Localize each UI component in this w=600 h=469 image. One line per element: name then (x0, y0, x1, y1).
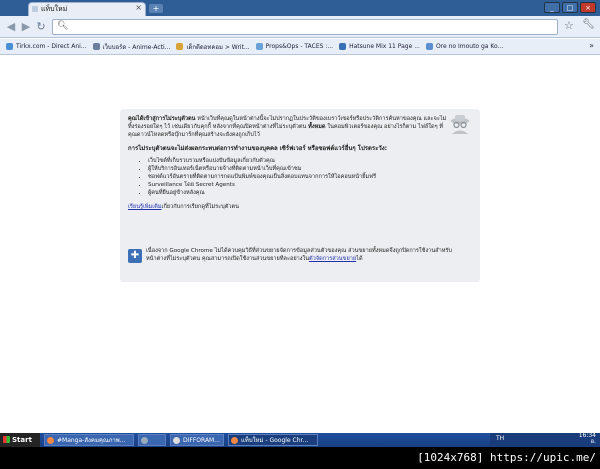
learn-more-link[interactable]: เรียนรู้เพิ่มเติม (128, 204, 162, 210)
title-bar: แท็บใหม่ × + _ □ × (0, 0, 600, 16)
back-arrow-icon[interactable]: ◀ (4, 20, 18, 34)
learn-more-line: เรียนรู้เพิ่มเติมเกี่ยวกับการเรียกดูที่ไ… (128, 203, 472, 211)
incognito-page: คุณได้เข้าสู่การไม่ระบุตัวตน หน้าเว็บที่… (0, 56, 600, 434)
bookmark-item[interactable]: เด็กดีดอทคอม > Writ... (176, 42, 250, 52)
list-item: ผู้คนที่ยืนอยู่ข้างหลังคุณ (148, 189, 472, 197)
start-button[interactable]: Start (0, 433, 40, 447)
clock: 16:34 อ. (578, 432, 596, 445)
taskbar-item[interactable]: DIFFORAM... (170, 434, 224, 446)
close-button[interactable]: × (580, 2, 596, 13)
bookmarks-more-icon[interactable]: » (589, 41, 594, 50)
bookmark-favicon-icon (339, 43, 347, 50)
tab-close-icon[interactable]: × (135, 3, 142, 12)
tab-favicon-icon (32, 6, 38, 12)
caution-heading: การไม่ระบุตัวตนจะไม่ส่งผลกระทบต่อการทำงา… (128, 145, 388, 152)
taskbar-item[interactable] (138, 434, 166, 446)
learn-more-text: เกี่ยวกับการเรียกดูที่ไม่ระบุตัวตน (161, 204, 239, 210)
bookmark-item[interactable]: Hatsune Mix 11 Page ... (339, 43, 420, 50)
intro-bold-2: ทั้งหมด (308, 124, 326, 130)
incognito-info-box: คุณได้เข้าสู่การไม่ระบุตัวตน หน้าเว็บที่… (120, 109, 480, 282)
app-icon (173, 437, 180, 444)
list-item: ผู้ให้บริการอินเทอร์เน็ตหรือนายจ้างที่ติ… (148, 165, 472, 173)
toolbar: ◀ ▶ ↻ 🔍︎ ☆ 🔧︎ (0, 16, 600, 38)
wrench-icon[interactable]: 🔧︎ (582, 19, 595, 30)
incognito-spy-icon (451, 115, 469, 134)
new-tab-button[interactable]: + (149, 4, 163, 13)
magnifier-icon: 🔍︎ (57, 21, 69, 31)
caption-text: [1024x768] https://upic.me/ (417, 451, 596, 464)
taskbar-item[interactable]: #Manga-สังคมคุณภาพ... (44, 434, 134, 446)
chrome-icon (47, 437, 54, 444)
list-item: ซอฟต์แวร์อันตรายที่ติดตามการกดแป้นพิมพ์ข… (148, 173, 472, 181)
incognito-intro: คุณได้เข้าสู่การไม่ระบุตัวตน หน้าเว็บที่… (128, 115, 448, 139)
language-indicator[interactable]: TH (496, 435, 504, 442)
omnibox-input[interactable]: 🔍︎ (52, 19, 558, 35)
minimize-button[interactable]: _ (544, 2, 560, 13)
app-icon (141, 437, 148, 444)
puzzle-piece-icon: ✚ (128, 249, 142, 263)
maximize-button[interactable]: □ (562, 2, 578, 13)
extensions-text: เนื่องจาก Google Chrome ไม่ได้ควบคุมวิธี… (146, 248, 452, 262)
list-item: เว็บไซต์ที่เก็บรวบรวมหรือแบ่งปันข้อมูลเก… (148, 157, 472, 165)
bookmark-favicon-icon (425, 43, 433, 50)
list-item: Surveillance โดย Secret Agents (148, 181, 472, 189)
forward-arrow-icon[interactable]: ▶ (19, 20, 33, 34)
reload-icon[interactable]: ↻ (34, 20, 48, 34)
star-icon[interactable]: ☆ (564, 19, 574, 32)
bookmark-favicon-icon (176, 43, 184, 50)
taskbar: Start #Manga-สังคมคุณภาพ... DIFFORAM... … (0, 433, 600, 447)
window-controls: _ □ × (544, 2, 596, 13)
bookmark-item[interactable]: Ore no Imouto ga Ko... (425, 43, 503, 50)
tab-title: แท็บใหม่ (41, 5, 68, 13)
system-tray: TH 16:34 อ. (490, 433, 600, 447)
caution-list: เว็บไซต์ที่เก็บรวบรวมหรือแบ่งปันข้อมูลเก… (148, 157, 472, 197)
chrome-icon (231, 437, 238, 444)
windows-logo-icon (3, 436, 10, 443)
bookmark-favicon-icon (6, 43, 13, 50)
bookmark-item[interactable]: Tirkx.com - Direct Ani... (6, 43, 87, 50)
bookmarks-bar: Tirkx.com - Direct Ani... เว็บบอร์ด - An… (0, 39, 600, 55)
image-caption-bar: [1024x768] https://upic.me/ (0, 447, 600, 469)
intro-bold: คุณได้เข้าสู่การไม่ระบุตัวตน (128, 116, 196, 122)
bookmark-favicon-icon (255, 43, 263, 50)
taskbar-item-active[interactable]: แท็บใหม่ - Google Chr... (228, 434, 318, 446)
extensions-notice: ✚ เนื่องจาก Google Chrome ไม่ได้ควบคุมวิ… (128, 247, 468, 263)
bookmark-item[interactable]: Props&Ops - TACES :... (255, 43, 333, 50)
bookmark-favicon-icon (92, 43, 100, 50)
tab-new-tab[interactable]: แท็บใหม่ × (28, 2, 146, 16)
screen: แท็บใหม่ × + _ □ × ◀ ▶ ↻ 🔍︎ ☆ 🔧︎ Tirkx.c… (0, 0, 600, 469)
extensions-manager-link[interactable]: ตัวจัดการส่วนขยาย (309, 256, 356, 262)
bookmark-item[interactable]: เว็บบอร์ด - Anime-Acti... (92, 42, 170, 52)
